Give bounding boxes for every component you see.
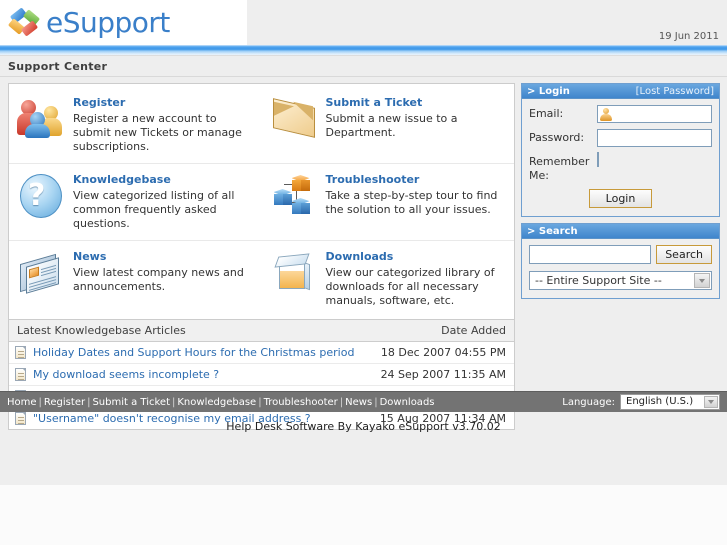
search-button[interactable]: Search — [656, 245, 712, 264]
logo-area[interactable]: eSupport — [0, 0, 247, 45]
language-select[interactable]: English (U.S.) — [620, 394, 720, 410]
body-region: Register Register a new account to submi… — [0, 77, 727, 430]
footer-link-troubleshooter[interactable]: Troubleshooter — [264, 397, 338, 408]
articles-header: Latest Knowledgebase Articles Date Added — [9, 320, 514, 342]
logo-text: eSupport — [46, 6, 170, 39]
tile-submit-a-ticket[interactable]: Submit a Ticket Submit a new issue to a … — [261, 87, 514, 164]
tile-title[interactable]: News — [73, 250, 256, 263]
article-date: 24 Sep 2007 11:35 AM — [380, 368, 506, 381]
article-date: 18 Dec 2007 04:55 PM — [380, 346, 506, 359]
footer-separator: | — [374, 396, 378, 408]
search-scope-select[interactable]: -- Entire Support Site -- — [529, 271, 712, 290]
page-title: Support Center — [0, 56, 727, 77]
tile-title[interactable]: Submit a Ticket — [326, 96, 509, 109]
envelope-icon — [270, 94, 320, 144]
footer-link-submit-a-ticket[interactable]: Submit a Ticket — [92, 397, 170, 408]
table-row[interactable]: Holiday Dates and Support Hours for the … — [9, 342, 514, 364]
article-title[interactable]: My download seems incomplete ? — [33, 368, 381, 381]
login-panel-title: > Login — [527, 85, 570, 97]
tile-troubleshooter[interactable]: Troubleshooter Take a step-by-step tour … — [261, 164, 514, 241]
tile-news[interactable]: News View latest company news and announ… — [9, 241, 262, 317]
password-row: Password: — [529, 129, 712, 147]
search-panel: > Search Search -- Entire Support Site -… — [521, 223, 720, 299]
footer-link-register[interactable]: Register — [44, 397, 85, 408]
email-field[interactable] — [597, 105, 712, 123]
articles-header-date: Date Added — [441, 324, 506, 337]
latest-articles-section: Latest Knowledgebase Articles Date Added… — [9, 319, 514, 429]
question-mark-icon: ? — [17, 171, 67, 221]
remember-me-checkbox[interactable] — [597, 152, 599, 167]
login-panel: > Login [Lost Password] Email: Password:… — [521, 83, 720, 217]
password-field[interactable] — [597, 129, 712, 147]
search-scope-value: -- Entire Support Site -- — [535, 274, 662, 287]
tile-title[interactable]: Troubleshooter — [326, 173, 509, 186]
search-panel-title: > Search — [527, 225, 578, 237]
table-row[interactable]: My download seems incomplete ? 24 Sep 20… — [9, 364, 514, 386]
document-icon — [15, 368, 26, 381]
language-label: Language: — [562, 396, 615, 408]
chevron-down-icon[interactable] — [694, 273, 710, 288]
footer-navigation: Home | Register | Submit a Ticket | Knowledgeb… — [0, 391, 727, 412]
email-row: Email: — [529, 105, 712, 123]
cubes-network-icon — [270, 171, 320, 221]
tile-knowledgebase[interactable]: ? Knowledgebase View categorized listing… — [9, 164, 262, 241]
tile-downloads[interactable]: Downloads View our categorized library o… — [262, 241, 515, 317]
tile-description: Submit a new issue to a Department. — [325, 112, 458, 139]
footer-link-knowledgebase[interactable]: Knowledgebase — [177, 397, 256, 408]
service-tile-grid: Register Register a new account to submi… — [9, 84, 514, 319]
footer-separator: | — [38, 396, 42, 408]
footer-link-home[interactable]: Home — [7, 397, 37, 408]
user-autofill-icon — [600, 108, 612, 121]
login-button[interactable]: Login — [588, 189, 653, 208]
tile-title[interactable]: Downloads — [326, 250, 509, 263]
language-selector-group: Language: English (U.S.) — [562, 394, 720, 410]
tile-register[interactable]: Register Register a new account to submi… — [9, 87, 262, 164]
download-box-icon — [270, 248, 320, 298]
tile-description: View our categorized library of download… — [325, 266, 495, 307]
header-date: 19 Jun 2011 — [658, 31, 719, 42]
footer-separator: | — [258, 396, 262, 408]
header-divider-bar — [0, 45, 727, 56]
people-group-icon — [17, 94, 67, 144]
footer-links: Home | Register | Submit a Ticket | Knowledgeb… — [7, 397, 435, 408]
tile-title[interactable]: Register — [73, 96, 256, 109]
footer-link-downloads[interactable]: Downloads — [380, 397, 435, 408]
email-label: Email: — [529, 107, 564, 120]
search-panel-header: > Search — [522, 224, 719, 239]
remember-row: Remember Me: — [529, 152, 712, 183]
chevron-down-icon[interactable] — [704, 396, 718, 408]
password-label: Password: — [529, 131, 585, 144]
sidebar: > Login [Lost Password] Email: Password:… — [521, 83, 720, 305]
footer-link-news[interactable]: News — [345, 397, 372, 408]
page-header: eSupport 19 Jun 2011 — [0, 0, 727, 45]
pinwheel-logo-icon — [7, 7, 41, 38]
search-input[interactable] — [529, 245, 652, 264]
article-title[interactable]: Holiday Dates and Support Hours for the … — [33, 346, 381, 359]
page-bottom-area — [0, 485, 727, 545]
tile-description: View latest company news and announcemen… — [73, 266, 244, 293]
tile-description: View categorized listing of all common f… — [73, 189, 235, 230]
main-content-panel: Register Register a new account to submi… — [8, 83, 515, 430]
page-root: eSupport 19 Jun 2011 Support Center Regi… — [0, 0, 727, 545]
tile-title[interactable]: Knowledgebase — [73, 173, 256, 186]
tile-description: Register a new account to submit new Tic… — [73, 112, 242, 153]
login-panel-header: > Login [Lost Password] — [522, 84, 719, 99]
newspaper-icon — [17, 248, 67, 298]
remember-me-label: Remember Me: — [529, 155, 590, 182]
tile-description: Take a step-by-step tour to find the sol… — [325, 189, 498, 216]
language-value: English (U.S.) — [626, 396, 694, 407]
document-icon — [15, 346, 26, 359]
lost-password-link[interactable]: [Lost Password] — [636, 84, 714, 99]
credit-text: Help Desk Software By Kayako eSupport v3… — [226, 420, 501, 433]
articles-header-title: Latest Knowledgebase Articles — [17, 324, 186, 337]
